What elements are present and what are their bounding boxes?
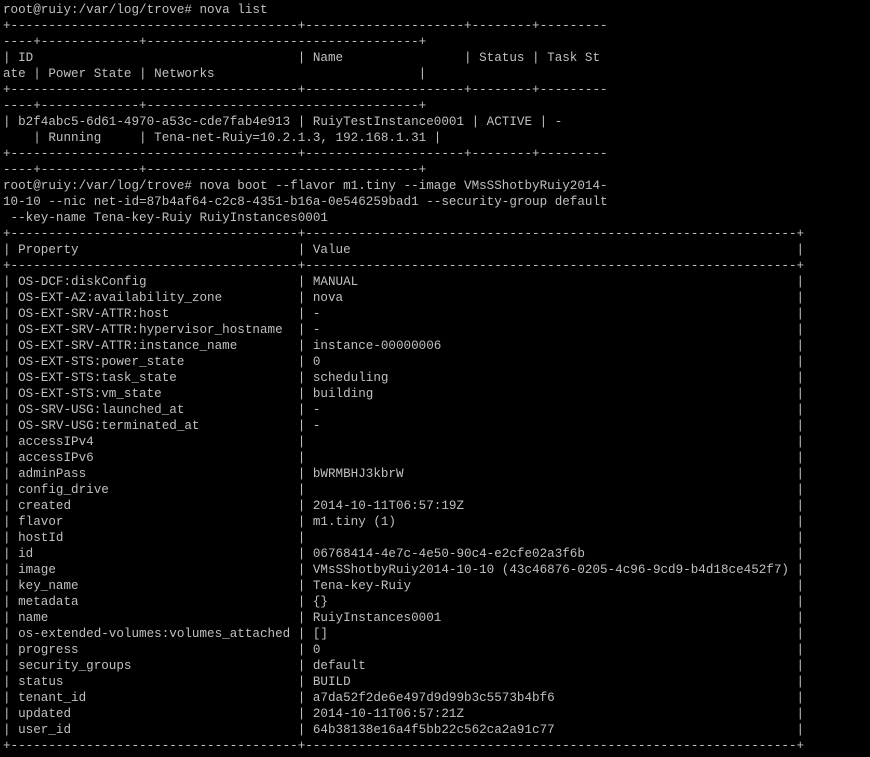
- terminal-line: ----+-------------+---------------------…: [3, 99, 427, 113]
- terminal-line: | created | 2014-10-11T06:57:19Z |: [3, 499, 805, 513]
- terminal-line: | OS-DCF:diskConfig | MANUAL |: [3, 275, 805, 289]
- terminal-line: | flavor | m1.tiny (1) |: [3, 515, 805, 529]
- terminal-line: | accessIPv4 | |: [3, 435, 805, 449]
- terminal-line: root@ruiy:/var/log/trove# nova boot --fl…: [3, 179, 608, 193]
- terminal-line: +--------------------------------------+…: [3, 147, 608, 161]
- terminal-line: | Running | Tena-net-Ruiy=10.2.1.3, 192.…: [3, 131, 442, 145]
- terminal-line: | OS-EXT-SRV-ATTR:instance_name | instan…: [3, 339, 805, 353]
- terminal-line: | name | RuiyInstances0001 |: [3, 611, 805, 625]
- terminal-line: | os-extended-volumes:volumes_attached |…: [3, 627, 805, 641]
- terminal-line: | updated | 2014-10-11T06:57:21Z |: [3, 707, 805, 721]
- terminal-line: | key_name | Tena-key-Ruiy |: [3, 579, 805, 593]
- terminal-line: | b2f4abc5-6d61-4970-a53c-cde7fab4e913 |…: [3, 115, 563, 129]
- terminal-line: | Property | Value |: [3, 243, 805, 257]
- terminal-line: | metadata | {} |: [3, 595, 805, 609]
- terminal-line: | security_groups | default |: [3, 659, 805, 673]
- terminal-line: | progress | 0 |: [3, 643, 805, 657]
- terminal-window[interactable]: root@ruiy:/var/log/trove# nova list +---…: [0, 0, 870, 757]
- terminal-line: | OS-SRV-USG:launched_at | - |: [3, 403, 805, 417]
- terminal-line: ----+-------------+---------------------…: [3, 163, 427, 177]
- terminal-line: ----+-------------+---------------------…: [3, 35, 427, 49]
- terminal-line: 10-10 --nic net-id=87b4af64-c2c8-4351-b1…: [3, 195, 608, 209]
- terminal-line: | OS-EXT-STS:task_state | scheduling |: [3, 371, 805, 385]
- terminal-line: ate | Power State | Networks |: [3, 67, 427, 81]
- terminal-line: | OS-EXT-STS:power_state | 0 |: [3, 355, 805, 369]
- terminal-line: | hostId | |: [3, 531, 805, 545]
- terminal-line: | OS-EXT-SRV-ATTR:hypervisor_hostname | …: [3, 323, 805, 337]
- terminal-line: +--------------------------------------+…: [3, 739, 805, 753]
- terminal-line: +--------------------------------------+…: [3, 259, 805, 273]
- terminal-line: | image | VMsSShotbyRuiy2014-10-10 (43c4…: [3, 563, 805, 577]
- terminal-line: | config_drive | |: [3, 483, 805, 497]
- terminal-line: | OS-EXT-STS:vm_state | building |: [3, 387, 805, 401]
- terminal-line: | tenant_id | a7da52f2de6e497d9d99b3c557…: [3, 691, 805, 705]
- terminal-line: +--------------------------------------+…: [3, 83, 608, 97]
- terminal-line: --key-name Tena-key-Ruiy RuiyInstances00…: [3, 211, 328, 225]
- terminal-line: | status | BUILD |: [3, 675, 805, 689]
- terminal-line: +--------------------------------------+…: [3, 19, 608, 33]
- terminal-line: | OS-EXT-AZ:availability_zone | nova |: [3, 291, 805, 305]
- terminal-line: | accessIPv6 | |: [3, 451, 805, 465]
- terminal-line: | OS-SRV-USG:terminated_at | - |: [3, 419, 805, 433]
- terminal-line: | OS-EXT-SRV-ATTR:host | - |: [3, 307, 805, 321]
- terminal-line: root@ruiy:/var/log/trove# nova list: [3, 3, 268, 17]
- terminal-line: +--------------------------------------+…: [3, 227, 805, 241]
- terminal-line: | id | 06768414-4e7c-4e50-90c4-e2cfe02a3…: [3, 547, 805, 561]
- terminal-line: | ID | Name | Status | Task St: [3, 51, 601, 65]
- terminal-line: | user_id | 64b38138e16a4f5bb22c562ca2a9…: [3, 723, 805, 737]
- terminal-line: | adminPass | bWRMBHJ3kbrW |: [3, 467, 805, 481]
